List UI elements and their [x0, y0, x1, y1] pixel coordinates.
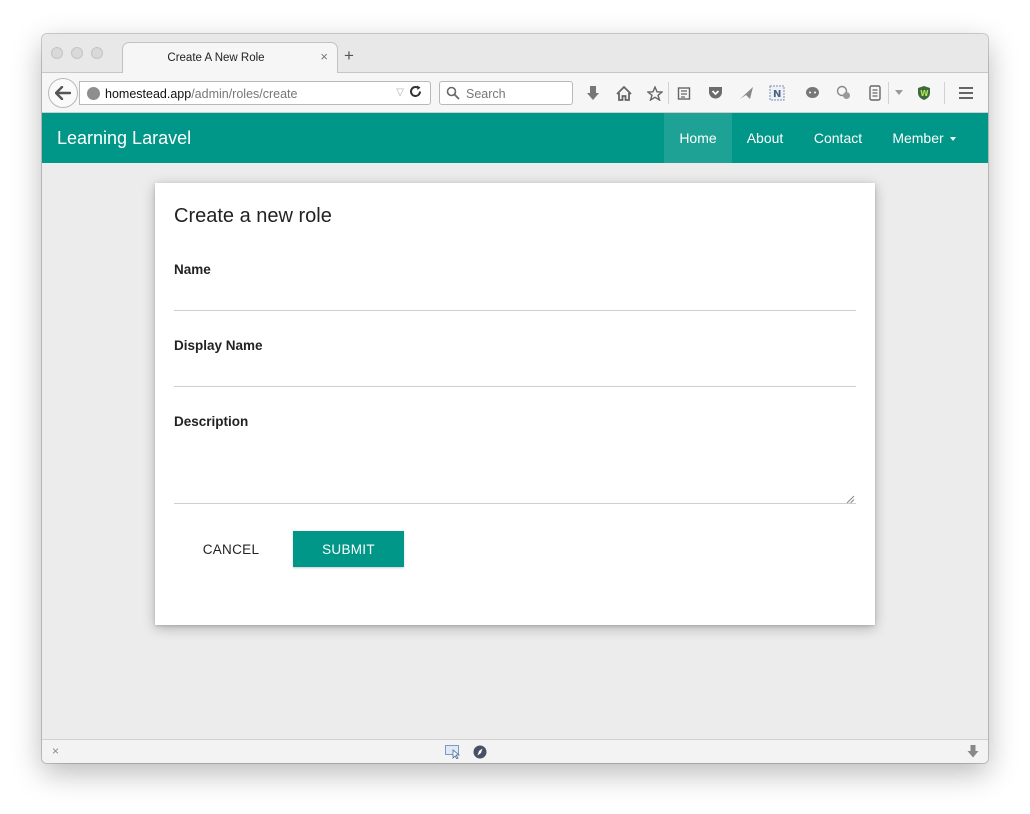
- onenote-icon[interactable]: N: [769, 85, 785, 101]
- submit-button[interactable]: SUBMIT: [293, 531, 404, 567]
- search-placeholder: Search: [466, 87, 506, 101]
- download-icon[interactable]: [585, 85, 601, 101]
- display-name-input[interactable]: [174, 361, 856, 387]
- url-bar[interactable]: homestead.app/admin/roles/create ▽: [79, 81, 431, 105]
- back-button[interactable]: [48, 78, 78, 108]
- home-icon[interactable]: [616, 85, 632, 101]
- url-dropdown-icon[interactable]: ▽: [396, 87, 404, 98]
- cursor-tool-icon[interactable]: [445, 745, 461, 763]
- globe-icon: [87, 87, 100, 100]
- browser-tab[interactable]: Create A New Role ×: [122, 42, 338, 74]
- hamburger-menu-icon[interactable]: [958, 85, 974, 101]
- paper-plane-icon[interactable]: [738, 85, 754, 101]
- extension-icon[interactable]: [836, 85, 852, 101]
- nav-item-member-label: Member: [892, 130, 944, 146]
- url-path: /admin/roles/create: [191, 87, 298, 101]
- display-name-label: Display Name: [174, 338, 263, 353]
- search-icon: [446, 86, 460, 100]
- search-bar[interactable]: Search: [439, 81, 573, 105]
- page-title: Create a new role: [174, 205, 332, 227]
- download-status-icon[interactable]: [967, 745, 979, 763]
- cancel-button[interactable]: CANCEL: [189, 531, 273, 567]
- name-input[interactable]: [174, 285, 856, 311]
- site-navbar: Learning Laravel Home About Contact Memb…: [42, 113, 988, 163]
- clipboard-icon[interactable]: [676, 85, 692, 101]
- svg-text:W: W: [920, 89, 929, 98]
- create-role-card: Create a new role Name Display Name Desc…: [155, 183, 875, 625]
- new-tab-button[interactable]: +: [344, 47, 354, 64]
- nav-item-member[interactable]: Member: [878, 113, 970, 163]
- svg-text:N: N: [773, 89, 781, 100]
- description-label: Description: [174, 414, 249, 429]
- caret-down-icon: [949, 137, 956, 142]
- shield-icon[interactable]: W: [916, 85, 932, 101]
- browser-toolbar: homestead.app/admin/roles/create ▽ Searc…: [42, 73, 988, 113]
- pocket-icon[interactable]: [707, 85, 723, 101]
- tab-close-icon[interactable]: ×: [320, 49, 328, 64]
- notes-icon[interactable]: [867, 85, 883, 101]
- tab-strip: Create A New Role × +: [42, 34, 988, 74]
- url-text: homestead.app/admin/roles/create: [105, 87, 298, 101]
- name-label: Name: [174, 262, 211, 277]
- reload-icon[interactable]: [409, 85, 422, 101]
- chevron-down-icon[interactable]: [891, 85, 907, 101]
- url-host: homestead.app: [105, 87, 192, 101]
- back-arrow-icon: [55, 86, 71, 100]
- zoom-window-button[interactable]: [91, 47, 103, 59]
- compass-icon[interactable]: [473, 745, 487, 763]
- status-bar: ×: [42, 739, 988, 763]
- close-window-button[interactable]: [51, 47, 63, 59]
- star-icon[interactable]: [647, 85, 663, 101]
- minimize-window-button[interactable]: [71, 47, 83, 59]
- tab-title: Create A New Role: [167, 52, 265, 64]
- chat-bubble-icon[interactable]: [804, 85, 820, 101]
- status-close-icon[interactable]: ×: [52, 744, 59, 758]
- browser-window: Create A New Role × + homestead.app/admi…: [42, 34, 988, 763]
- navbar-brand[interactable]: Learning Laravel: [57, 128, 191, 149]
- nav-item-home[interactable]: Home: [664, 113, 732, 163]
- nav-item-contact[interactable]: Contact: [798, 113, 878, 163]
- nav-item-about[interactable]: About: [732, 113, 798, 163]
- description-textarea[interactable]: [174, 441, 856, 504]
- resize-grip-icon[interactable]: [845, 494, 855, 504]
